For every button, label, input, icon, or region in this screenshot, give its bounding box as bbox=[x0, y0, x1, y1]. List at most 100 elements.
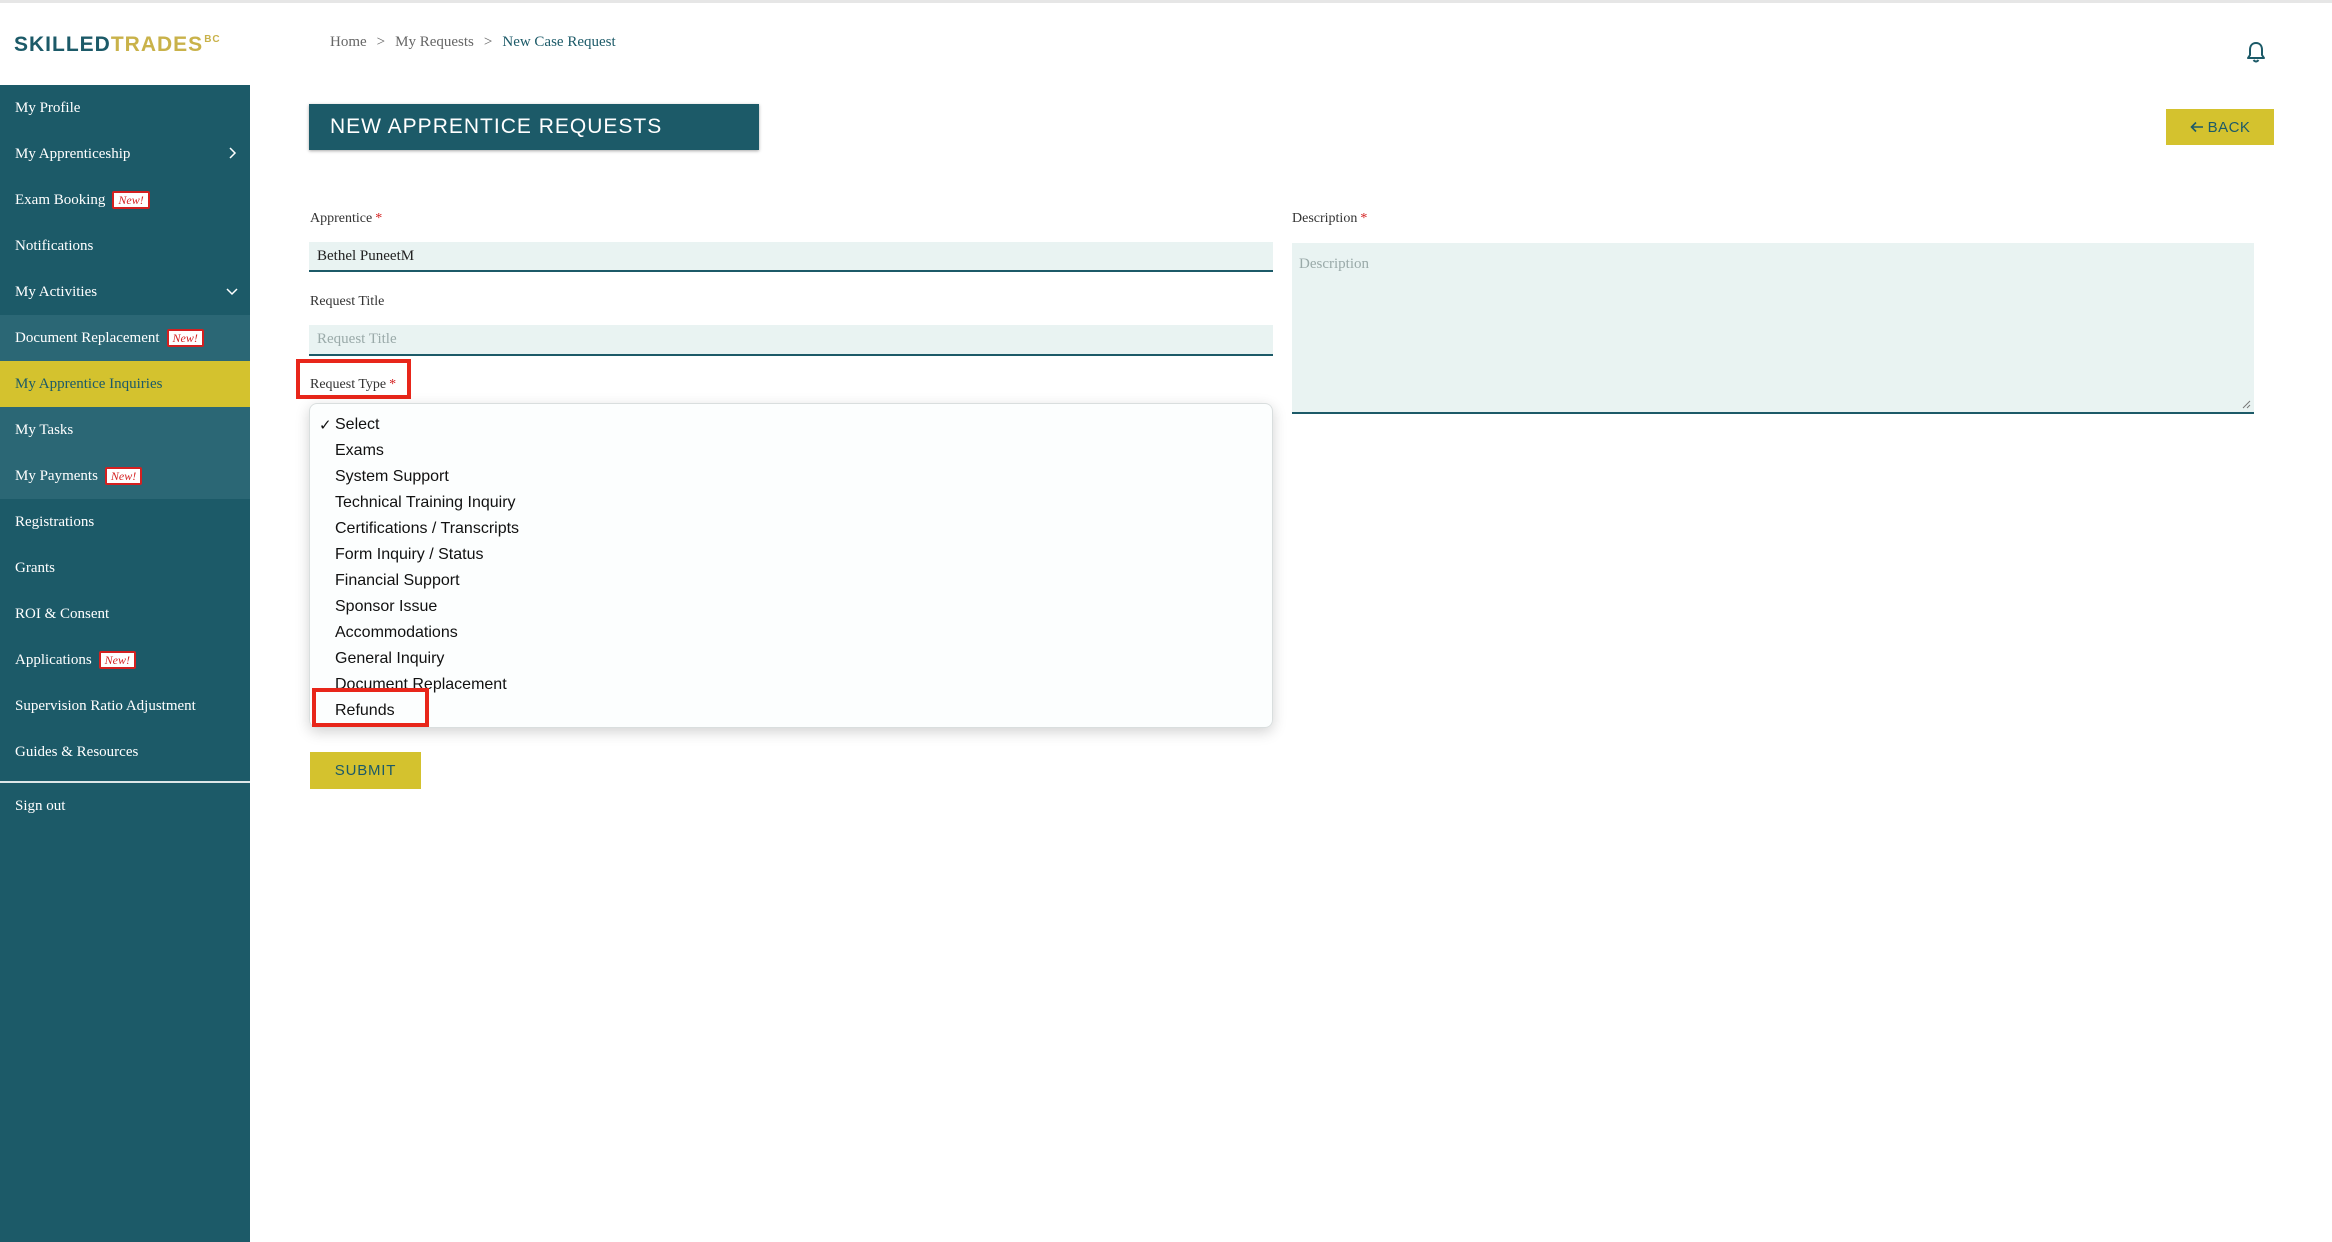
sidebar-item-my-apprenticeship[interactable]: My Apprenticeship bbox=[0, 131, 250, 177]
back-button[interactable]: BACK bbox=[2166, 109, 2274, 145]
logo-text-skilled: SKILLED bbox=[14, 33, 111, 56]
sidebar-item-my-tasks[interactable]: My Tasks bbox=[0, 407, 250, 453]
sidebar-item-sign-out[interactable]: Sign out bbox=[0, 783, 250, 829]
sidebar-item-label: My Payments bbox=[15, 467, 98, 484]
sidebar-item-label: My Apprentice Inquiries bbox=[15, 375, 163, 392]
sidebar-item-label: My Profile bbox=[15, 99, 81, 116]
apprentice-value: Bethel PuneetM bbox=[317, 247, 415, 264]
sidebar-item-my-apprentice-inquiries[interactable]: My Apprentice Inquiries bbox=[0, 361, 250, 407]
sidebar-item-my-activities[interactable]: My Activities bbox=[0, 269, 250, 315]
dropdown-option-accommodations[interactable]: Accommodations bbox=[310, 620, 1270, 646]
sidebar-item-label: My Activities bbox=[15, 283, 98, 300]
breadcrumb-home[interactable]: Home bbox=[330, 34, 367, 51]
request-type-dropdown[interactable]: ✓ Select Exams System Support Technical T… bbox=[309, 403, 1273, 728]
request-title-input[interactable]: Request Title bbox=[309, 325, 1273, 356]
breadcrumb-my-requests[interactable]: My Requests bbox=[395, 34, 474, 51]
sidebar-item-label: Sign out bbox=[15, 797, 66, 814]
dropdown-option-form-inquiry-status[interactable]: Form Inquiry / Status bbox=[310, 542, 1270, 568]
sidebar-item-label: Supervision Ratio Adjustment bbox=[15, 697, 196, 714]
resize-handle-icon[interactable] bbox=[2241, 399, 2251, 409]
sidebar-item-label: ROI & Consent bbox=[15, 605, 110, 622]
option-label: General Inquiry bbox=[335, 650, 445, 667]
option-label: Exams bbox=[335, 442, 384, 459]
breadcrumb-separator: > bbox=[483, 34, 493, 50]
sidebar-item-label: Guides & Resources bbox=[15, 743, 139, 760]
page-title-text: NEW APPRENTICE REQUESTS bbox=[330, 115, 663, 138]
highlight-box-request-type bbox=[296, 359, 411, 399]
sidebar-item-my-payments[interactable]: My Payments New! bbox=[0, 453, 250, 499]
new-badge: New! bbox=[166, 329, 204, 347]
dropdown-option-select[interactable]: ✓ Select bbox=[310, 412, 1270, 438]
check-icon: ✓ bbox=[319, 417, 332, 434]
sidebar-item-roi-consent[interactable]: ROI & Consent bbox=[0, 591, 250, 637]
logo-text-trades: TRADES bbox=[110, 33, 204, 56]
sidebar-item-label: Applications bbox=[15, 651, 92, 668]
sidebar-item-label: My Apprenticeship bbox=[15, 145, 131, 162]
option-label: Technical Training Inquiry bbox=[335, 494, 516, 511]
description-textarea[interactable]: Description bbox=[1292, 243, 2254, 414]
top-border bbox=[0, 0, 2332, 3]
request-title-label-text: Request Title bbox=[310, 294, 385, 309]
sidebar-item-guides-resources[interactable]: Guides & Resources bbox=[0, 729, 250, 775]
apprentice-label: Apprentice * bbox=[310, 211, 382, 227]
sidebar-item-applications[interactable]: Applications New! bbox=[0, 637, 250, 683]
highlight-box-refunds bbox=[312, 688, 429, 727]
chevron-right-icon bbox=[229, 147, 237, 159]
sidebar: My Profile My Apprenticeship Exam Bookin… bbox=[0, 85, 250, 1242]
option-label: Select bbox=[335, 416, 380, 433]
description-placeholder: Description bbox=[1299, 256, 1369, 272]
submit-button[interactable]: SUBMIT bbox=[310, 752, 421, 789]
dropdown-option-document-replacement[interactable]: Document Replacement bbox=[310, 672, 1270, 698]
description-label: Description * bbox=[1292, 211, 1367, 227]
new-badge: New! bbox=[98, 651, 136, 669]
breadcrumb-current: New Case Request bbox=[502, 34, 616, 50]
dropdown-option-financial-support[interactable]: Financial Support bbox=[310, 568, 1270, 594]
sidebar-item-registrations[interactable]: Registrations bbox=[0, 499, 250, 545]
arrow-left-icon bbox=[2189, 121, 2203, 133]
required-mark: * bbox=[375, 211, 383, 226]
apprentice-label-text: Apprentice bbox=[310, 211, 373, 226]
back-button-label: BACK bbox=[2207, 118, 2251, 136]
page-title: NEW APPRENTICE REQUESTS bbox=[309, 104, 759, 150]
new-badge: New! bbox=[104, 467, 143, 485]
option-label: Sponsor Issue bbox=[335, 598, 438, 615]
dropdown-option-sponsor-issue[interactable]: Sponsor Issue bbox=[310, 594, 1270, 620]
sidebar-item-label: Exam Booking bbox=[15, 191, 106, 208]
sidebar-item-my-profile[interactable]: My Profile bbox=[0, 85, 250, 131]
option-label: Certifications / Transcripts bbox=[335, 520, 520, 537]
dropdown-option-exams[interactable]: Exams bbox=[310, 438, 1270, 464]
sidebar-item-notifications[interactable]: Notifications bbox=[0, 223, 250, 269]
option-label: Accommodations bbox=[335, 624, 458, 641]
sidebar-item-supervision-ratio-adjustment[interactable]: Supervision Ratio Adjustment bbox=[0, 683, 250, 729]
request-title-label: Request Title bbox=[310, 294, 384, 310]
required-mark: * bbox=[1360, 211, 1368, 226]
submit-button-label: SUBMIT bbox=[334, 762, 397, 779]
request-title-placeholder: Request Title bbox=[317, 331, 397, 347]
sidebar-item-label: Document Replacement bbox=[15, 329, 160, 346]
logo-suffix: BC bbox=[204, 34, 221, 45]
breadcrumb-separator: > bbox=[376, 34, 386, 50]
chevron-down-icon bbox=[226, 288, 238, 296]
dropdown-option-general-inquiry[interactable]: General Inquiry bbox=[310, 646, 1270, 672]
bell-icon[interactable] bbox=[2245, 40, 2267, 64]
dropdown-option-certifications-transcripts[interactable]: Certifications / Transcripts bbox=[310, 516, 1270, 542]
breadcrumb: Home > My Requests > New Case Request bbox=[330, 34, 616, 51]
option-label: Financial Support bbox=[335, 572, 460, 589]
dropdown-option-system-support[interactable]: System Support bbox=[310, 464, 1270, 490]
option-label: Form Inquiry / Status bbox=[335, 546, 484, 563]
new-badge: New! bbox=[112, 191, 150, 209]
skilledtrades-logo[interactable]: SKILLEDTRADESBC bbox=[14, 33, 221, 57]
sidebar-item-label: My Tasks bbox=[15, 421, 74, 438]
dropdown-option-refunds[interactable]: Refunds bbox=[310, 698, 1270, 724]
sidebar-item-label: Registrations bbox=[15, 513, 95, 530]
sidebar-item-document-replacement[interactable]: Document Replacement New! bbox=[0, 315, 250, 361]
sidebar-item-label: Notifications bbox=[15, 237, 94, 254]
apprentice-field[interactable]: Bethel PuneetM bbox=[309, 242, 1273, 272]
sidebar-item-grants[interactable]: Grants bbox=[0, 545, 250, 591]
sidebar-item-exam-booking[interactable]: Exam Booking New! bbox=[0, 177, 250, 223]
dropdown-option-technical-training-inquiry[interactable]: Technical Training Inquiry bbox=[310, 490, 1270, 516]
option-label: System Support bbox=[335, 468, 449, 485]
logo-area: SKILLEDTRADESBC bbox=[0, 3, 250, 85]
description-label-text: Description bbox=[1292, 211, 1358, 226]
sidebar-item-label: Grants bbox=[15, 559, 55, 576]
